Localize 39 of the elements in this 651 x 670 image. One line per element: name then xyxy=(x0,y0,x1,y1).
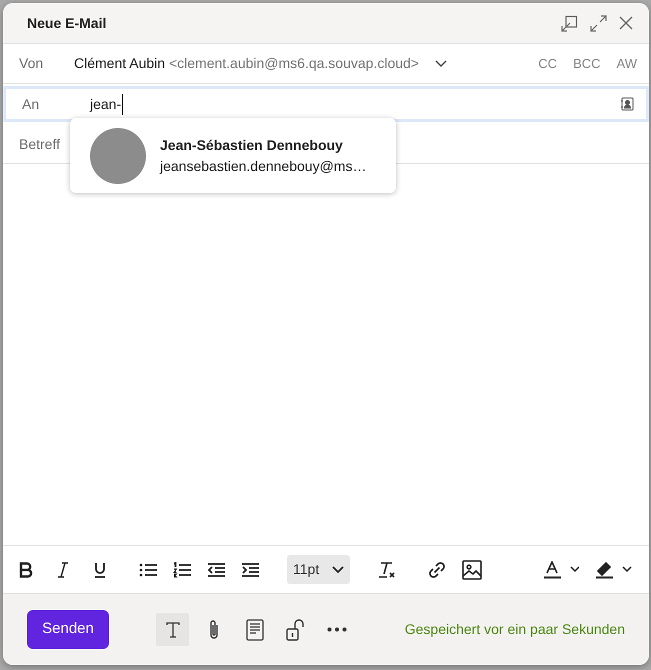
contact-email: jeansebastien.dennebouy@ms… xyxy=(160,156,366,176)
contact-suggestion[interactable]: Jean-Sébastien Dennebouy jeansebastien.dennebouy@ms… xyxy=(70,118,396,193)
numbered-list-icon xyxy=(173,562,191,578)
bullet-list-icon xyxy=(139,562,157,578)
close-icon xyxy=(619,16,633,30)
indent-icon xyxy=(241,562,259,578)
chevron-down-icon[interactable] xyxy=(434,60,447,68)
more-icon xyxy=(326,627,346,632)
unlocked-padlock-icon xyxy=(286,618,306,640)
sender-address[interactable]: Clément Aubin <clement.aubin@ms6.qa.souvap.cloud> xyxy=(74,53,419,74)
image-icon xyxy=(462,560,482,580)
document-icon xyxy=(246,618,264,640)
recipient-field-toggle[interactable]: BCC xyxy=(565,54,609,74)
recipient-field-toggle[interactable]: AW xyxy=(608,54,645,74)
outdent-icon xyxy=(207,562,225,578)
expand-icon xyxy=(590,14,607,32)
from-label: Von xyxy=(19,54,44,73)
text-color-icon xyxy=(543,560,579,578)
underline-icon xyxy=(93,562,107,578)
subject-label: Betreff xyxy=(19,134,61,154)
send-button[interactable]: Senden xyxy=(27,610,109,649)
contact-name: Jean-Sébastien Dennebouy xyxy=(160,136,344,155)
paperclip-icon xyxy=(208,618,220,640)
highlighter-icon xyxy=(595,560,633,578)
font-size-dropdown[interactable]: 11pt xyxy=(287,555,350,584)
minimize-icon xyxy=(561,14,578,32)
contacts-icon[interactable] xyxy=(620,97,634,111)
text-format-toggle[interactable] xyxy=(156,613,189,646)
recipient-field-toggle[interactable]: CC xyxy=(530,54,566,74)
bold-icon xyxy=(19,562,33,578)
save-status: Gespeichert vor ein paar Sekunden xyxy=(404,620,625,639)
window-title: Neue E-Mail xyxy=(27,14,106,32)
to-label: An xyxy=(22,94,40,114)
recipient-input[interactable]: jean- xyxy=(90,94,124,114)
text-format-icon xyxy=(166,622,180,638)
link-icon xyxy=(428,560,446,578)
chevron-down-icon xyxy=(332,566,344,574)
clear-format-icon xyxy=(378,560,396,578)
italic-icon xyxy=(57,562,69,578)
